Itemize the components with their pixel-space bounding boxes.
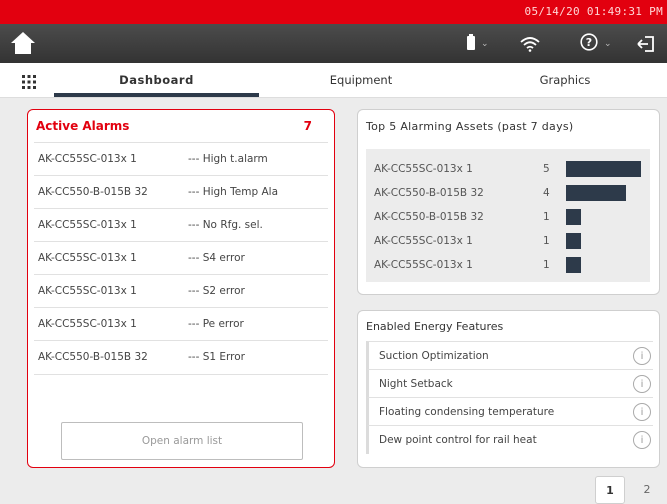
info-icon[interactable]: i: [633, 431, 651, 449]
tab-equipment[interactable]: Equipment: [261, 63, 461, 97]
home-icon[interactable]: [10, 30, 36, 56]
energy-feature-row[interactable]: Floating condensing temperature i: [366, 397, 653, 426]
info-icon[interactable]: i: [633, 375, 651, 393]
asset-name: AK-CC55SC-013x 1: [374, 235, 473, 247]
asset-bar-row[interactable]: AK-CC550-B-015B 32 4: [366, 181, 650, 205]
asset-bar: [566, 185, 626, 201]
logout-icon[interactable]: [637, 24, 655, 63]
tab-bar: Dashboard Equipment Graphics: [0, 63, 667, 98]
top-alarming-assets-chart: AK-CC55SC-013x 1 5 AK-CC550-B-015B 32 4 …: [366, 149, 650, 282]
tab-label: Dashboard: [119, 73, 194, 87]
svg-text:?: ?: [586, 36, 592, 49]
info-icon[interactable]: i: [633, 403, 651, 421]
energy-feature-label: Suction Optimization: [379, 350, 489, 362]
asset-bar: [566, 257, 581, 273]
alarm-description: --- No Rfg. sel.: [188, 219, 263, 231]
alarm-description: --- Pe error: [188, 318, 244, 330]
alarm-asset: AK-CC550-B-015B 32: [38, 351, 148, 363]
alarm-asset: AK-CC55SC-013x 1: [38, 285, 137, 297]
alarm-asset: AK-CC55SC-013x 1: [38, 153, 137, 165]
asset-bar-row[interactable]: AK-CC55SC-013x 1 1: [366, 229, 650, 253]
alarm-row[interactable]: AK-CC550-B-015B 32 --- High Temp Ala: [34, 175, 328, 209]
asset-alarm-count: 5: [543, 163, 550, 175]
asset-name: AK-CC550-B-015B 32: [374, 187, 484, 199]
clock: 05/14/20 01:49:31 PM: [524, 5, 663, 18]
asset-alarm-count: 1: [543, 211, 550, 223]
asset-bar-row[interactable]: AK-CC55SC-013x 1 5: [366, 157, 650, 181]
active-alarms-title: Active Alarms: [36, 119, 130, 133]
battery-icon: [467, 33, 475, 54]
tab-dashboard[interactable]: Dashboard: [54, 63, 259, 97]
active-tab-indicator: [54, 93, 259, 97]
battery-menu[interactable]: ⌄: [467, 24, 489, 63]
asset-name: AK-CC55SC-013x 1: [374, 259, 473, 271]
help-menu[interactable]: ? ⌄: [580, 24, 612, 63]
tab-graphics[interactable]: Graphics: [465, 63, 665, 97]
asset-alarm-count: 1: [543, 235, 550, 247]
alarm-row[interactable]: AK-CC55SC-013x 1 --- S4 error: [34, 241, 328, 275]
asset-bar-row[interactable]: AK-CC550-B-015B 32 1: [366, 205, 650, 229]
tab-label: Equipment: [329, 73, 393, 87]
tab-label: Graphics: [539, 73, 591, 87]
alarm-asset: AK-CC55SC-013x 1: [38, 318, 137, 330]
asset-alarm-count: 1: [543, 259, 550, 271]
asset-bar-row[interactable]: AK-CC55SC-013x 1 1: [366, 253, 650, 277]
alarm-row[interactable]: AK-CC55SC-013x 1 --- Pe error: [34, 307, 328, 341]
chevron-down-icon: ⌄: [481, 38, 489, 49]
energy-feature-label: Floating condensing temperature: [379, 406, 555, 418]
alarm-row[interactable]: AK-CC55SC-013x 1 --- No Rfg. sel.: [34, 208, 328, 242]
active-alarms-count: 7: [303, 119, 312, 133]
alarm-description: --- High t.alarm: [188, 153, 268, 165]
active-alarms-header: Active Alarms 7: [28, 110, 334, 142]
alarm-description: --- S4 error: [188, 252, 245, 264]
energy-feature-label: Dew point control for rail heat: [379, 434, 537, 446]
energy-feature-row[interactable]: Suction Optimization i: [366, 341, 653, 370]
alarm-asset: AK-CC550-B-015B 32: [38, 186, 148, 198]
top-alarming-assets-title: Top 5 Alarming Assets (past 7 days): [366, 120, 574, 133]
active-alarms-card: Active Alarms 7 AK-CC55SC-013x 1 --- Hig…: [27, 109, 335, 468]
page-1-button[interactable]: 1: [595, 476, 625, 504]
energy-feature-row[interactable]: Night Setback i: [366, 369, 653, 398]
energy-feature-label: Night Setback: [379, 378, 453, 390]
alarm-row[interactable]: AK-CC55SC-013x 1 --- S2 error: [34, 274, 328, 308]
asset-bar: [566, 161, 641, 177]
energy-feature-row[interactable]: Dew point control for rail heat i: [366, 425, 653, 454]
energy-features-title: Enabled Energy Features: [366, 320, 504, 333]
alarm-row[interactable]: AK-CC550-B-015B 32 --- S1 Error: [34, 340, 328, 375]
alarm-description: --- High Temp Ala: [188, 186, 279, 198]
info-icon[interactable]: i: [633, 347, 651, 365]
alarm-asset: AK-CC55SC-013x 1: [38, 252, 137, 264]
top-alarming-assets-card: Top 5 Alarming Assets (past 7 days) AK-C…: [357, 109, 660, 295]
toolbar: ⌄ ? ⌄: [0, 24, 667, 63]
asset-name: AK-CC550-B-015B 32: [374, 211, 484, 223]
energy-features-card: Enabled Energy Features Suction Optimiza…: [357, 310, 660, 468]
asset-bar: [566, 233, 581, 249]
asset-name: AK-CC55SC-013x 1: [374, 163, 473, 175]
apps-grid-icon[interactable]: [22, 74, 36, 89]
wifi-icon[interactable]: [520, 24, 540, 63]
alarm-description: --- S2 error: [188, 285, 245, 297]
page-2-button[interactable]: 2: [634, 476, 660, 502]
alarm-row[interactable]: AK-CC55SC-013x 1 --- High t.alarm: [34, 142, 328, 176]
asset-bar: [566, 209, 581, 225]
alarm-asset: AK-CC55SC-013x 1: [38, 219, 137, 231]
chevron-down-icon: ⌄: [604, 38, 612, 49]
asset-alarm-count: 4: [543, 187, 550, 199]
help-icon: ?: [580, 32, 598, 55]
open-alarm-list-button[interactable]: Open alarm list: [61, 422, 303, 460]
alarm-description: --- S1 Error: [188, 351, 245, 363]
status-bar: 05/14/20 01:49:31 PM: [0, 0, 667, 24]
